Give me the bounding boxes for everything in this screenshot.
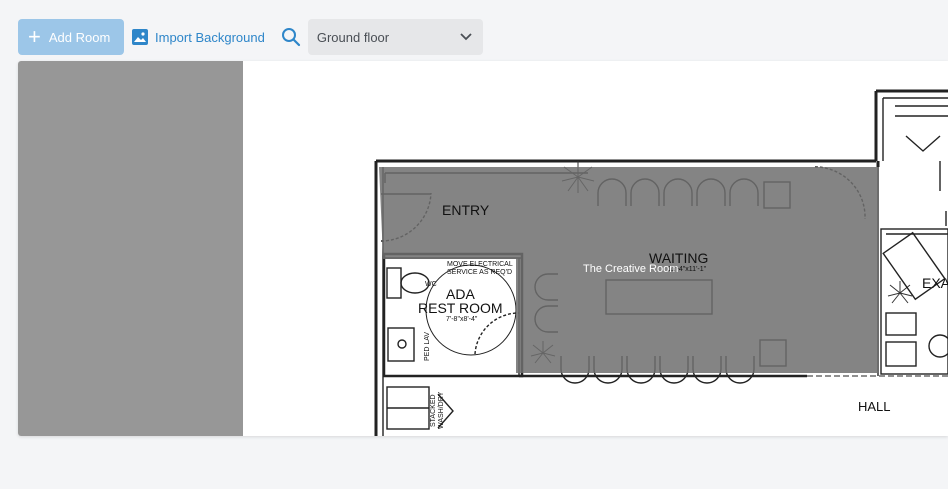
canvas-side-panel xyxy=(18,61,243,436)
label-hall: HALL xyxy=(858,399,891,414)
floorplan-canvas[interactable]: ENTRY WAITING 11'-4"x11'-1" MOVE ELECTRI… xyxy=(18,61,948,436)
import-background-label: Import Background xyxy=(155,29,265,45)
label-electrical-2: SERVICE AS REQ'D xyxy=(447,269,512,276)
add-room-label: Add Room xyxy=(48,29,111,45)
plus-icon: + xyxy=(28,24,41,49)
toolbar: + Add Room Import Background Ground floo… xyxy=(18,19,483,55)
label-wc: WC xyxy=(425,281,437,288)
chevron-down-icon xyxy=(460,33,472,41)
label-restroom-dims: 7'-8"x8'-4" xyxy=(446,316,478,323)
room-overlay-name: The Creative Room xyxy=(583,263,678,275)
label-exam: EXA xyxy=(922,275,948,291)
label-entry: ENTRY xyxy=(442,202,490,218)
add-room-button[interactable]: + Add Room xyxy=(18,19,124,55)
floor-select-value: Ground floor xyxy=(316,29,390,45)
label-ped-lav: PED LAV xyxy=(424,332,431,361)
label-electrical-1: MOVE ELECTRICAL xyxy=(447,261,513,268)
import-background-button[interactable]: Import Background xyxy=(132,19,265,55)
label-restroom: REST ROOM xyxy=(418,300,503,316)
label-stacked: STACKED xyxy=(430,394,437,427)
floor-select[interactable]: Ground floor xyxy=(307,19,483,55)
floorplan-background: ENTRY WAITING 11'-4"x11'-1" MOVE ELECTRI… xyxy=(374,89,948,436)
search-icon[interactable] xyxy=(281,27,301,47)
image-icon xyxy=(132,29,148,45)
label-washdry: WASH/DRY xyxy=(438,391,445,429)
